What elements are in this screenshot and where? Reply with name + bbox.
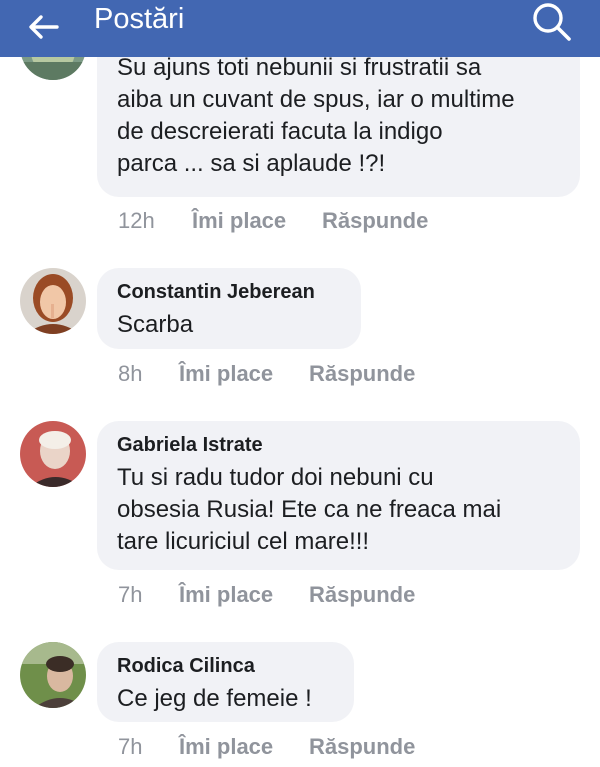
comment-time: 12h: [118, 208, 155, 233]
like-button[interactable]: Îmi place: [179, 362, 273, 386]
like-button[interactable]: Îmi place: [192, 209, 286, 233]
avatar[interactable]: [20, 421, 86, 487]
arrow-left-icon: [29, 15, 59, 39]
comment-time: 8h: [118, 361, 143, 386]
comment-text: Su ajuns toti nebunii si frustratii sa a…: [117, 54, 515, 177]
comment-text: Ce jeg de femeie !: [117, 685, 312, 712]
comment-author[interactable]: Rodica Cilinca: [117, 653, 334, 679]
reply-button[interactable]: Răspunde: [309, 362, 415, 386]
back-button[interactable]: [18, 4, 68, 50]
reply-button[interactable]: Răspunde: [309, 735, 415, 759]
comment-time: 7h: [118, 734, 143, 759]
reply-button[interactable]: Răspunde: [309, 583, 415, 607]
page-title: Postări: [94, 3, 185, 35]
comment-bubble: Constantin Jeberean Scarba: [97, 268, 361, 349]
comment-time: 7h: [118, 582, 143, 607]
avatar[interactable]: [20, 642, 86, 708]
top-app-bar: Postări: [0, 0, 600, 57]
like-button[interactable]: Îmi place: [179, 735, 273, 759]
comment-bubble: Gabriela Istrate Tu si radu tudor doi ne…: [97, 421, 580, 570]
profile-photo-image: [20, 268, 86, 334]
comment-bubble: Rodica Cilinca Ce jeg de femeie !: [97, 642, 354, 722]
avatar[interactable]: [20, 268, 86, 334]
profile-photo-image: [20, 421, 86, 487]
profile-photo-image: [20, 642, 86, 708]
like-button[interactable]: Îmi place: [179, 583, 273, 607]
comment-author[interactable]: Gabriela Istrate: [117, 432, 560, 458]
comment-author[interactable]: Constantin Jeberean: [117, 279, 341, 305]
search-icon: [533, 3, 571, 41]
comment-text: Scarba: [117, 311, 194, 338]
reply-button[interactable]: Răspunde: [322, 209, 428, 233]
comment-text: Tu si radu tudor doi nebuni cu obsesia R…: [117, 464, 502, 555]
search-button[interactable]: [526, 0, 578, 44]
